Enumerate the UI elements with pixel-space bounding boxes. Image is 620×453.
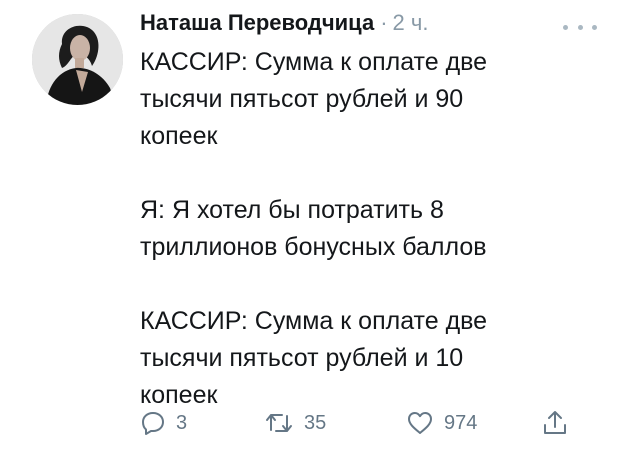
- like-count: 974: [444, 411, 478, 434]
- reply-button[interactable]: 3: [140, 410, 187, 436]
- tweet: Наташа Переводчица · 2 ч. КАССИР: Сумма …: [0, 0, 620, 453]
- heart-icon: [408, 412, 432, 434]
- more-icon-dot: [577, 24, 583, 30]
- retweet-icon: [266, 414, 292, 432]
- tweet-text: КАССИР: Сумма к оплате две тысячи пятьсо…: [140, 44, 590, 414]
- reply-count: 3: [176, 411, 188, 434]
- author-name[interactable]: Наташа Переводчица: [140, 10, 374, 36]
- reply-icon: [142, 412, 164, 435]
- tweet-paragraph: Я: Я хотел бы потратить 8 триллионов бон…: [140, 196, 487, 261]
- tweet-paragraph: КАССИР: Сумма к оплате две тысячи пятьсо…: [140, 307, 488, 409]
- more-options-button[interactable]: [563, 20, 597, 34]
- timestamp[interactable]: 2 ч.: [393, 10, 429, 36]
- avatar-image: [32, 14, 123, 105]
- tweet-actions: 3 35 974: [140, 404, 590, 442]
- share-icon: [544, 411, 566, 434]
- tweet-header: Наташа Переводчица · 2 ч.: [140, 10, 428, 44]
- share-button[interactable]: [542, 409, 568, 437]
- more-icon-dot: [592, 24, 597, 30]
- retweet-button[interactable]: 35: [264, 410, 326, 436]
- more-icon-dot: [563, 24, 568, 30]
- tweet-paragraph: КАССИР: Сумма к оплате две тысячи пятьсо…: [140, 48, 488, 150]
- avatar[interactable]: [32, 14, 123, 105]
- header-separator: ·: [380, 10, 388, 35]
- retweet-count: 35: [304, 411, 327, 434]
- like-button[interactable]: 974: [406, 410, 477, 436]
